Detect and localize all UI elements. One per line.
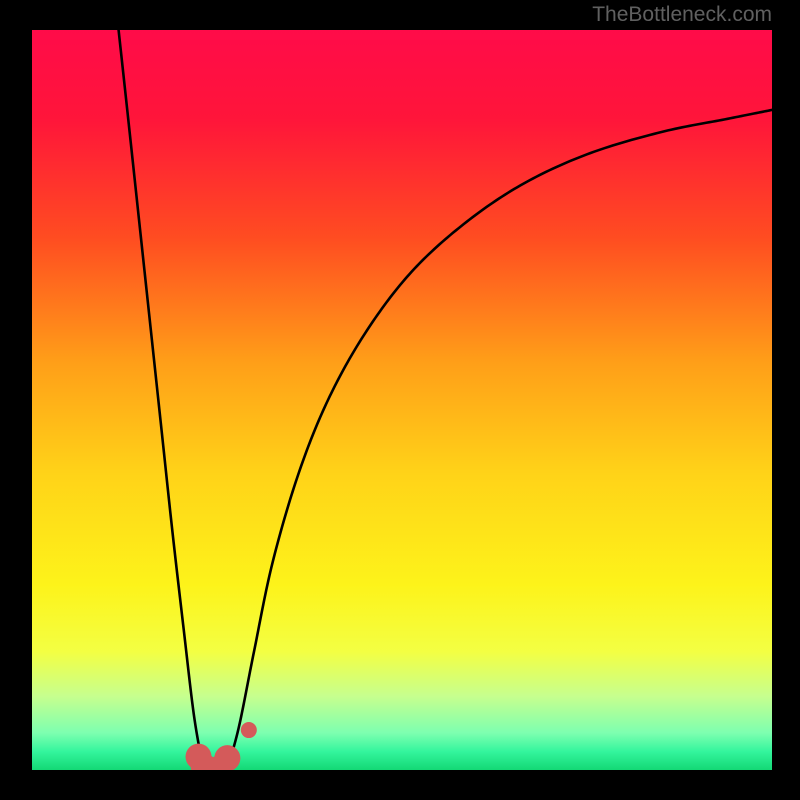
gradient-background	[32, 30, 772, 770]
marker-small-dot	[241, 722, 257, 738]
marker-floor-right	[214, 745, 240, 770]
chart-frame: TheBottleneck.com	[0, 0, 800, 800]
watermark-text: TheBottleneck.com	[592, 3, 772, 27]
chart-plot	[32, 30, 772, 770]
